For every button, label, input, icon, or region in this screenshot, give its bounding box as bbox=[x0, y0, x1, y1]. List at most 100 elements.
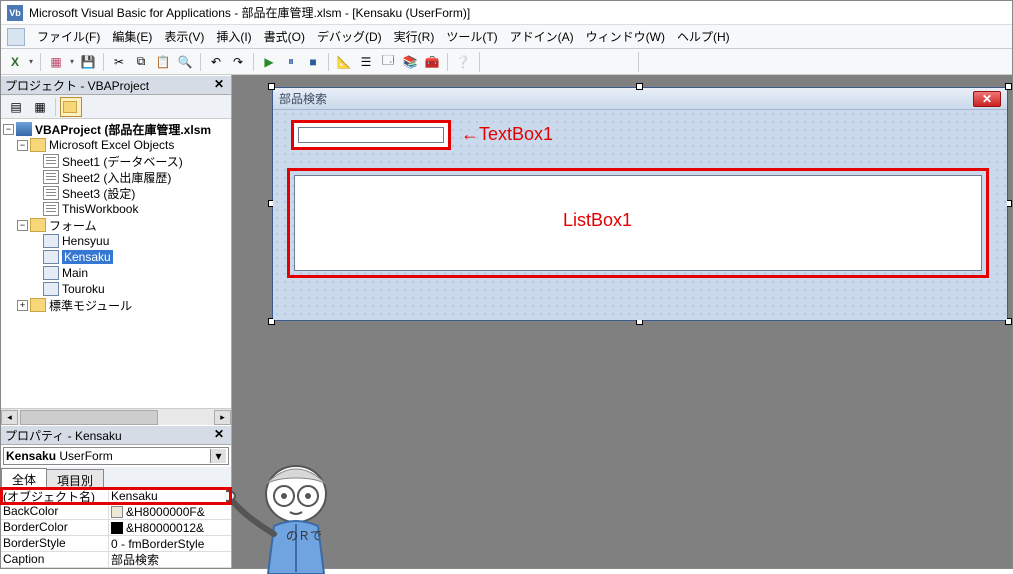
property-backcolor-label: BackColor bbox=[1, 504, 109, 519]
cut-button[interactable]: ✂ bbox=[109, 52, 129, 72]
project-explorer-toolbar: ▤ ▦ bbox=[1, 95, 231, 119]
menu-edit[interactable]: 編集(E) bbox=[106, 26, 158, 47]
properties-object-combo[interactable]: Kensaku UserForm ▾ bbox=[3, 447, 229, 465]
properties-tab-categorized[interactable]: 項目別 bbox=[46, 469, 104, 489]
scroll-thumb[interactable] bbox=[20, 410, 158, 425]
view-object-button[interactable]: ▦ bbox=[29, 97, 51, 117]
menu-debug[interactable]: デバッグ(D) bbox=[311, 26, 388, 47]
properties-tab-all[interactable]: 全体 bbox=[1, 468, 47, 488]
expand-toggle-icon[interactable]: − bbox=[3, 124, 14, 135]
project-explorer-close-icon[interactable]: ✕ bbox=[211, 77, 227, 93]
help-button[interactable]: ❔ bbox=[453, 52, 473, 72]
standard-toolbar: X ▾ ▦ ▾ 💾 ✂ ⧉ 📋 🔍 ↶ ↷ ▶ ⏸ ■ 📐 ☰ 🗔 📚 🧰 ❔ bbox=[1, 49, 1012, 75]
userform-icon bbox=[43, 250, 59, 264]
property-row-caption[interactable]: Caption 部品検索 bbox=[1, 552, 231, 568]
menu-window[interactable]: ウィンドウ(W) bbox=[580, 26, 671, 47]
project-explorer-button[interactable]: ☰ bbox=[356, 52, 376, 72]
run-button[interactable]: ▶ bbox=[259, 52, 279, 72]
scroll-left-icon[interactable]: ◂ bbox=[1, 410, 18, 425]
mdi-system-icon[interactable] bbox=[7, 28, 25, 46]
menu-insert[interactable]: 挿入(I) bbox=[210, 26, 257, 47]
userform-caption: 部品検索 bbox=[279, 90, 327, 107]
menu-bar: ファイル(F) 編集(E) 表示(V) 挿入(I) 書式(O) デバッグ(D) … bbox=[1, 25, 1012, 49]
break-button[interactable]: ⏸ bbox=[281, 52, 301, 72]
menu-run[interactable]: 実行(R) bbox=[388, 26, 441, 47]
tree-form-kensaku[interactable]: Kensaku bbox=[62, 250, 113, 264]
view-excel-button[interactable]: X bbox=[5, 52, 25, 72]
resize-handle-icon[interactable] bbox=[268, 83, 275, 90]
toggle-folders-button[interactable] bbox=[60, 97, 82, 117]
tree-excel-objects[interactable]: Microsoft Excel Objects bbox=[49, 138, 174, 152]
paste-button[interactable]: 📋 bbox=[153, 52, 173, 72]
property-backcolor-value[interactable]: &H8000000F& bbox=[126, 505, 205, 519]
tree-form-main[interactable]: Main bbox=[62, 266, 88, 280]
property-caption-value[interactable]: 部品検索 bbox=[109, 552, 231, 567]
property-row-name[interactable]: (オブジェクト名) Kensaku bbox=[1, 488, 231, 504]
property-name-label: (オブジェクト名) bbox=[1, 488, 109, 503]
redo-button[interactable]: ↷ bbox=[228, 52, 248, 72]
color-swatch-icon bbox=[111, 506, 123, 518]
tree-sheet2[interactable]: Sheet2 (入出庫履歴) bbox=[62, 169, 171, 186]
tree-forms-folder[interactable]: フォーム bbox=[49, 217, 97, 234]
menu-help[interactable]: ヘルプ(H) bbox=[671, 26, 736, 47]
design-mode-button[interactable]: 📐 bbox=[334, 52, 354, 72]
tree-sheet1[interactable]: Sheet1 (データベース) bbox=[62, 153, 183, 170]
form-designer[interactable]: 部品検索 ✕ ←TextBox1 ListBox1 bbox=[272, 87, 1008, 321]
tree-project-root[interactable]: VBAProject (部品在庫管理.xlsm bbox=[35, 121, 211, 138]
properties-window-button[interactable]: 🗔 bbox=[378, 52, 398, 72]
listbox1[interactable] bbox=[294, 175, 982, 271]
find-button[interactable]: 🔍 bbox=[175, 52, 195, 72]
menu-format[interactable]: 書式(O) bbox=[258, 26, 311, 47]
combo-dropdown-icon[interactable]: ▾ bbox=[210, 449, 226, 463]
userform-close-icon[interactable]: ✕ bbox=[973, 91, 1001, 107]
object-browser-button[interactable]: 📚 bbox=[400, 52, 420, 72]
properties-header: プロパティ - Kensaku ✕ bbox=[1, 425, 231, 445]
insert-button[interactable]: ▦ bbox=[46, 52, 66, 72]
property-row-backcolor[interactable]: BackColor &H8000000F& bbox=[1, 504, 231, 520]
menu-addins[interactable]: アドイン(A) bbox=[504, 26, 580, 47]
properties-panel: Kensaku UserForm ▾ 全体 項目別 (オブジェクト名) Kens… bbox=[1, 445, 231, 568]
expand-toggle-icon[interactable]: + bbox=[17, 300, 28, 311]
property-borderstyle-label: BorderStyle bbox=[1, 536, 109, 551]
expand-toggle-icon[interactable]: − bbox=[17, 220, 28, 231]
tree-modules-folder[interactable]: 標準モジュール bbox=[49, 297, 132, 314]
userform-kensaku[interactable]: 部品検索 ✕ ←TextBox1 ListBox1 bbox=[272, 87, 1008, 321]
toolbar-separator bbox=[103, 53, 104, 71]
copy-button[interactable]: ⧉ bbox=[131, 52, 151, 72]
folder-icon bbox=[30, 138, 46, 152]
worksheet-icon bbox=[43, 154, 59, 168]
property-borderstyle-value[interactable]: 0 - fmBorderStyle bbox=[109, 536, 231, 551]
userform-client-area[interactable]: ←TextBox1 ListBox1 bbox=[273, 110, 1007, 320]
reset-button[interactable]: ■ bbox=[303, 52, 323, 72]
menu-tools[interactable]: ツール(T) bbox=[440, 26, 503, 47]
insert-dropdown[interactable]: ▾ bbox=[68, 57, 76, 66]
view-code-button[interactable]: ▤ bbox=[5, 97, 27, 117]
undo-button[interactable]: ↶ bbox=[206, 52, 226, 72]
property-name-value[interactable]: Kensaku bbox=[109, 488, 231, 503]
resize-handle-icon[interactable] bbox=[636, 83, 643, 90]
save-button[interactable]: 💾 bbox=[78, 52, 98, 72]
properties-grid[interactable]: (オブジェクト名) Kensaku BackColor &H8000000F& … bbox=[1, 487, 231, 568]
menu-file[interactable]: ファイル(F) bbox=[31, 26, 106, 47]
project-tree-hscrollbar[interactable]: ◂ ▸ bbox=[1, 408, 231, 425]
tree-thisworkbook[interactable]: ThisWorkbook bbox=[62, 202, 138, 216]
scroll-right-icon[interactable]: ▸ bbox=[214, 410, 231, 425]
expand-toggle-icon[interactable]: − bbox=[17, 140, 28, 151]
textbox1[interactable] bbox=[298, 127, 444, 143]
properties-close-icon[interactable]: ✕ bbox=[211, 427, 227, 443]
property-bordercolor-value[interactable]: &H80000012& bbox=[126, 521, 204, 535]
tree-form-hensyuu[interactable]: Hensyuu bbox=[62, 234, 109, 248]
property-row-borderstyle[interactable]: BorderStyle 0 - fmBorderStyle bbox=[1, 536, 231, 552]
textbox1-highlight bbox=[291, 120, 451, 150]
view-excel-dropdown[interactable]: ▾ bbox=[27, 57, 35, 66]
resize-handle-icon[interactable] bbox=[1005, 83, 1012, 90]
tree-sheet3[interactable]: Sheet3 (設定) bbox=[62, 185, 135, 202]
tree-form-touroku[interactable]: Touroku bbox=[62, 282, 105, 296]
property-row-bordercolor[interactable]: BorderColor &H80000012& bbox=[1, 520, 231, 536]
project-tree[interactable]: −VBAProject (部品在庫管理.xlsm −Microsoft Exce… bbox=[1, 119, 231, 408]
toolbar-separator bbox=[40, 53, 41, 71]
toolbox-button[interactable]: 🧰 bbox=[422, 52, 442, 72]
properties-title: プロパティ - Kensaku bbox=[5, 427, 122, 444]
toolbar-separator bbox=[55, 98, 56, 116]
menu-view[interactable]: 表示(V) bbox=[158, 26, 210, 47]
